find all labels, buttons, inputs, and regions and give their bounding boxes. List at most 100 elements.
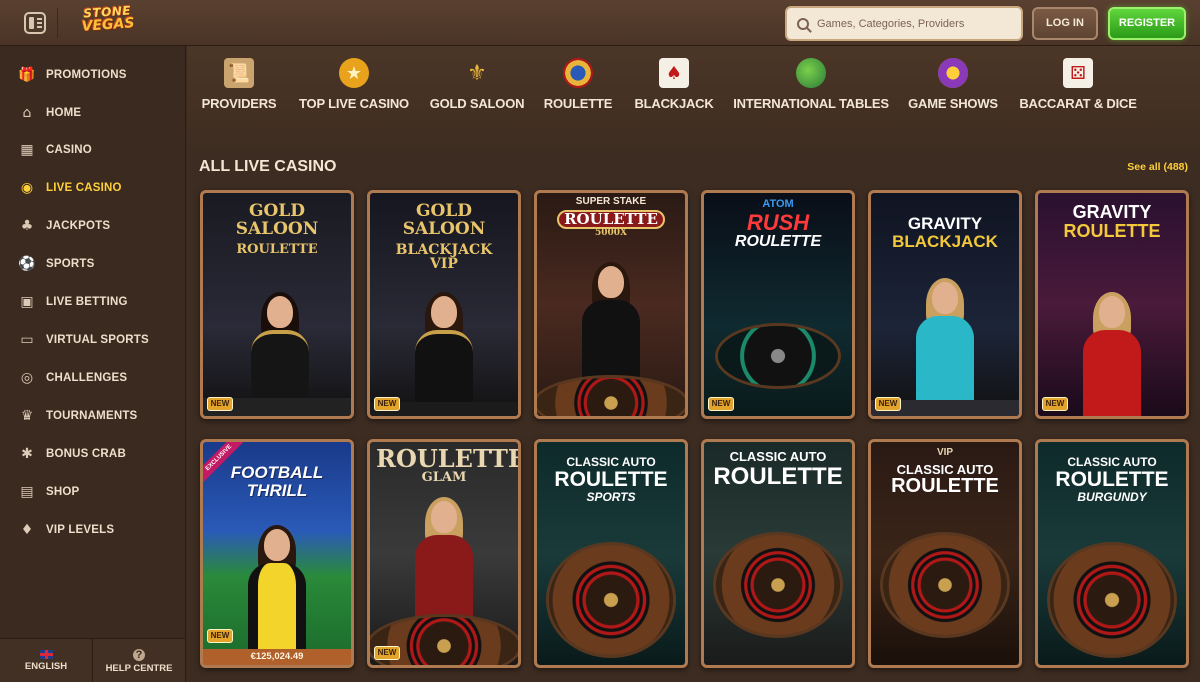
crab-icon: ✱ bbox=[21, 446, 33, 462]
sidebar-item-casino[interactable]: ▦ CASINO bbox=[0, 132, 186, 168]
site-logo[interactable]: STONE VEGAS bbox=[69, 3, 147, 42]
tile-title-line3: BURGUNDY bbox=[1077, 489, 1147, 504]
sidebar-item-label: BONUS CRAB bbox=[46, 448, 126, 460]
sidebar-item-live-betting[interactable]: ▣ LIVE BETTING bbox=[0, 284, 186, 320]
category-baccarat-dice[interactable]: ⚄ BACCARAT & DICE bbox=[1019, 58, 1137, 128]
sidebar-footer: ENGLISH ? HELP CENTRE bbox=[0, 638, 186, 682]
dealer-image bbox=[1077, 292, 1147, 416]
tile-title-line2: ROULETTE bbox=[1063, 220, 1161, 241]
sidebar-item-challenges[interactable]: ◎ CHALLENGES bbox=[0, 360, 186, 396]
new-badge: NEW bbox=[1042, 397, 1068, 411]
sidebar-item-label: SHOP bbox=[46, 486, 80, 498]
dealer-image bbox=[242, 525, 312, 649]
tile-title-line3: 5000X bbox=[594, 228, 628, 239]
category-label: GAME SHOWS bbox=[908, 96, 998, 111]
tile-title-line2: THRILL bbox=[246, 480, 308, 500]
sidebar-item-sports[interactable]: ⚽ SPORTS bbox=[0, 246, 186, 282]
new-badge: NEW bbox=[708, 397, 734, 411]
login-button[interactable]: LOG IN bbox=[1032, 7, 1098, 40]
sidebar-item-label: VIP LEVELS bbox=[46, 524, 115, 536]
category-game-shows[interactable]: GAME SHOWS bbox=[908, 58, 998, 128]
live-betting-icon: ▣ bbox=[20, 294, 34, 310]
tile-title: CLASSIC AUTO ROULETTE SPORTS bbox=[537, 456, 685, 503]
game-tile-roulette-glam[interactable]: ROULETTE GLAM NEW bbox=[367, 439, 521, 668]
sidebar-item-tournaments[interactable]: ♛ TOURNAMENTS bbox=[0, 398, 186, 434]
category-gold-saloon[interactable]: ⚜ GOLD SALOON bbox=[430, 58, 525, 128]
game-tile-classic-auto-roulette[interactable]: CLASSIC AUTO ROULETTE bbox=[701, 439, 855, 668]
dealer-image bbox=[576, 262, 646, 386]
register-button[interactable]: REGISTER bbox=[1108, 7, 1186, 40]
category-label: BACCARAT & DICE bbox=[1019, 96, 1137, 111]
sidebar-item-live-casino[interactable]: ◉ LIVE CASINO bbox=[0, 170, 186, 206]
category-providers[interactable]: 📜 PROVIDERS bbox=[202, 58, 277, 128]
sidebar-item-promotions[interactable]: 🎁 PROMOTIONS bbox=[0, 57, 186, 93]
language-button[interactable]: ENGLISH bbox=[0, 639, 93, 682]
game-tile-football-thrill[interactable]: EXCLUSIVE FOOTBALL THRILL NEW €125,024.4… bbox=[200, 439, 354, 668]
tile-title-line3: SPORTS bbox=[586, 489, 636, 504]
tile-title: ATOM RUSH ROULETTE bbox=[704, 198, 852, 250]
category-international-tables[interactable]: INTERNATIONAL TABLES bbox=[733, 58, 889, 128]
search-input[interactable] bbox=[817, 17, 1007, 30]
tile-title: VIP CLASSIC AUTO ROULETTE bbox=[871, 447, 1019, 497]
tile-title-line1: GRAVITY bbox=[1072, 202, 1152, 222]
virtual-sports-icon: ▭ bbox=[20, 332, 34, 348]
roulette-wheel-image bbox=[537, 378, 685, 416]
sidebar-item-vip-levels[interactable]: ♦ VIP LEVELS bbox=[0, 512, 186, 548]
sidebar-toggle-button[interactable] bbox=[12, 8, 58, 38]
game-tile-gold-saloon-roulette[interactable]: GOLD SALOON ROULETTE NEW bbox=[200, 190, 354, 419]
roulette-wheel-image bbox=[370, 617, 518, 665]
category-roulette[interactable]: ROULETTE bbox=[544, 58, 612, 128]
sidebar-item-label: LIVE BETTING bbox=[46, 296, 128, 308]
tile-title-line1: FOOTBALL bbox=[230, 463, 324, 482]
game-tile-classic-auto-roulette-sports[interactable]: CLASSIC AUTO ROULETTE SPORTS bbox=[534, 439, 688, 668]
cards-icon: ♠ bbox=[659, 58, 689, 88]
game-tile-gravity-roulette[interactable]: GRAVITY ROULETTE NEW bbox=[1035, 190, 1189, 419]
category-label: INTERNATIONAL TABLES bbox=[733, 96, 889, 111]
game-tile-atom-rush-roulette[interactable]: ATOM RUSH ROULETTE NEW bbox=[701, 190, 855, 419]
tile-title: GOLD SALOON ROULETTE bbox=[203, 201, 351, 256]
sidebar-item-label: LIVE CASINO bbox=[46, 182, 122, 194]
category-top-live-casino[interactable]: ★ TOP LIVE CASINO bbox=[299, 58, 409, 128]
fleur-de-lis-icon: ⚜ bbox=[467, 60, 487, 86]
live-casino-icon: ◉ bbox=[20, 180, 34, 196]
tile-title-line2: ROULETTE bbox=[713, 462, 843, 490]
game-tile-vip-classic-auto-roulette[interactable]: VIP CLASSIC AUTO ROULETTE bbox=[868, 439, 1022, 668]
sidebar-item-home[interactable]: ⌂ HOME bbox=[0, 95, 186, 131]
roulette-wheel-image bbox=[549, 545, 673, 655]
search-icon bbox=[797, 17, 809, 30]
roulette-wheel-image bbox=[883, 535, 1007, 635]
sidebar-item-label: SPORTS bbox=[46, 258, 95, 270]
roulette-wheel-image bbox=[1050, 545, 1174, 655]
see-all-link[interactable]: See all (488) bbox=[1127, 161, 1188, 173]
ball-icon: ⚽ bbox=[18, 256, 36, 272]
game-tile-gold-saloon-blackjack-vip[interactable]: GOLD SALOON BLACKJACK VIP NEW bbox=[367, 190, 521, 419]
game-tile-gravity-blackjack[interactable]: GRAVITY BLACKJACK NEW bbox=[868, 190, 1022, 419]
sidebar-item-shop[interactable]: ▤ SHOP bbox=[0, 474, 186, 510]
tile-title-line1: ATOM bbox=[762, 198, 794, 210]
tile-title: GOLD SALOON BLACKJACK VIP bbox=[370, 201, 518, 273]
tile-title-line2: BLACKJACK bbox=[395, 241, 493, 258]
search-box[interactable] bbox=[785, 6, 1023, 41]
new-badge: NEW bbox=[207, 629, 233, 643]
roulette-wheel-image bbox=[716, 535, 840, 635]
sidebar-item-bonus-crab[interactable]: ✱ BONUS CRAB bbox=[0, 436, 186, 472]
section-title: ALL LIVE CASINO bbox=[199, 158, 337, 175]
scroll-icon: 📜 bbox=[224, 58, 254, 88]
help-centre-button[interactable]: ? HELP CENTRE bbox=[93, 639, 186, 682]
tile-title: GRAVITY ROULETTE bbox=[1038, 203, 1186, 241]
category-label: TOP LIVE CASINO bbox=[299, 96, 409, 111]
shop-icon: ▤ bbox=[20, 484, 34, 500]
tile-title-line1: GOLD SALOON bbox=[402, 201, 486, 239]
sidebar-item-virtual-sports[interactable]: ▭ VIRTUAL SPORTS bbox=[0, 322, 186, 358]
game-tile-classic-auto-roulette-burgundy[interactable]: CLASSIC AUTO ROULETTE BURGUNDY bbox=[1035, 439, 1189, 668]
tile-title-line3: VIP bbox=[430, 256, 458, 273]
game-tile-super-stake-roulette[interactable]: SUPER STAKE ROULETTE 5000X bbox=[534, 190, 688, 419]
sidebar-item-label: TOURNAMENTS bbox=[46, 410, 138, 422]
dealer-image bbox=[910, 278, 980, 402]
tile-title-line2: ROULETTE bbox=[1055, 467, 1169, 491]
category-blackjack[interactable]: ♠ BLACKJACK bbox=[634, 58, 714, 128]
sidebar-item-jackpots[interactable]: ♣ JACKPOTS bbox=[0, 208, 186, 244]
tile-title-line1: CLASSIC AUTO bbox=[566, 455, 656, 469]
category-label: PROVIDERS bbox=[201, 96, 277, 111]
tile-title-line1: GOLD SALOON bbox=[235, 201, 319, 239]
